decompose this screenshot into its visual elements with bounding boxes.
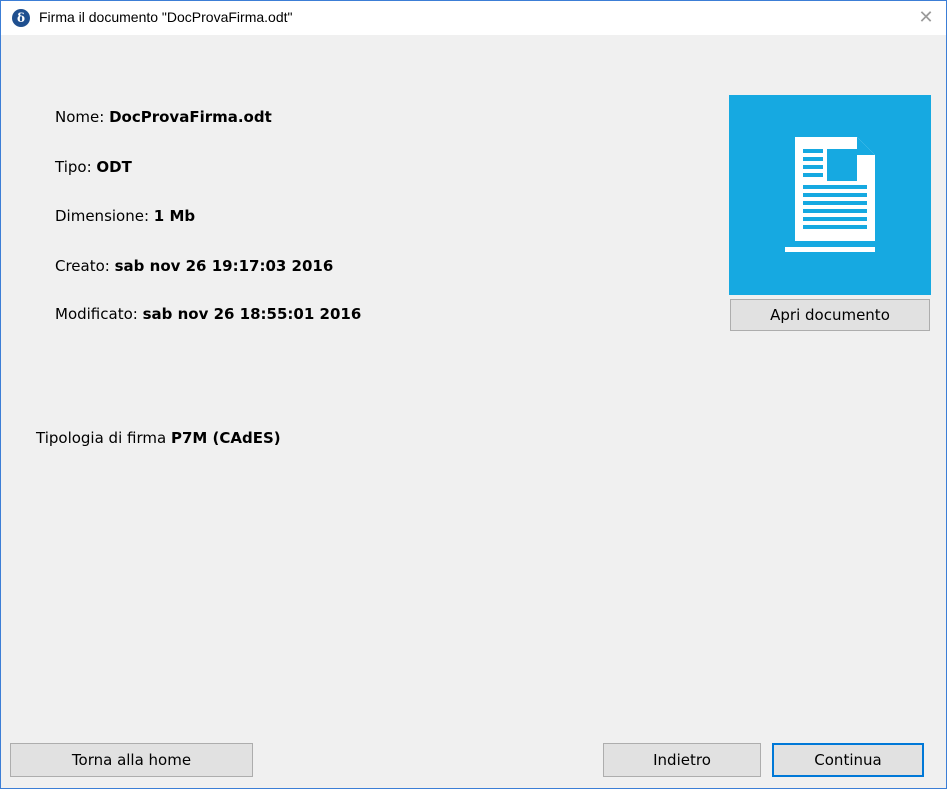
signature-type-value: P7M (CAdES) bbox=[170, 429, 281, 447]
file-name-row: Nome: DocProvaFirma.odt bbox=[55, 108, 272, 126]
file-type-label: Tipo: bbox=[55, 158, 92, 176]
file-type-row: Tipo: ODT bbox=[55, 158, 132, 176]
document-preview-tile bbox=[729, 95, 931, 295]
app-logo-icon: δ bbox=[12, 9, 30, 27]
close-button[interactable]: ✕ bbox=[906, 1, 946, 35]
file-type-value: ODT bbox=[96, 158, 132, 176]
file-name-label: Nome: bbox=[55, 108, 105, 126]
document-icon bbox=[785, 137, 875, 252]
home-button[interactable]: Torna alla home bbox=[10, 743, 253, 777]
file-size-row: Dimensione: 1 Mb bbox=[55, 207, 195, 225]
open-document-button[interactable]: Apri documento bbox=[730, 299, 930, 331]
file-modified-row: Modificato: sab nov 26 18:55:01 2016 bbox=[55, 305, 361, 323]
continue-button[interactable]: Continua bbox=[772, 743, 924, 777]
file-created-row: Creato: sab nov 26 19:17:03 2016 bbox=[55, 257, 333, 275]
file-size-value: 1 Mb bbox=[153, 207, 196, 225]
file-created-value: sab nov 26 19:17:03 2016 bbox=[114, 257, 334, 275]
window-title: Firma il documento "DocProvaFirma.odt" bbox=[39, 9, 293, 25]
file-modified-value: sab nov 26 18:55:01 2016 bbox=[142, 305, 362, 323]
file-size-label: Dimensione: bbox=[55, 207, 150, 225]
sign-document-dialog: δ Firma il documento "DocProvaFirma.odt"… bbox=[0, 0, 947, 789]
file-created-label: Creato: bbox=[55, 257, 110, 275]
file-name-value: DocProvaFirma.odt bbox=[109, 108, 272, 126]
signature-type-label: Tipologia di firma bbox=[36, 429, 167, 447]
file-modified-label: Modificato: bbox=[55, 305, 138, 323]
signature-type-row: Tipologia di firma P7M (CAdES) bbox=[36, 429, 281, 447]
title-bar: δ Firma il documento "DocProvaFirma.odt"… bbox=[1, 1, 946, 35]
back-button[interactable]: Indietro bbox=[603, 743, 761, 777]
